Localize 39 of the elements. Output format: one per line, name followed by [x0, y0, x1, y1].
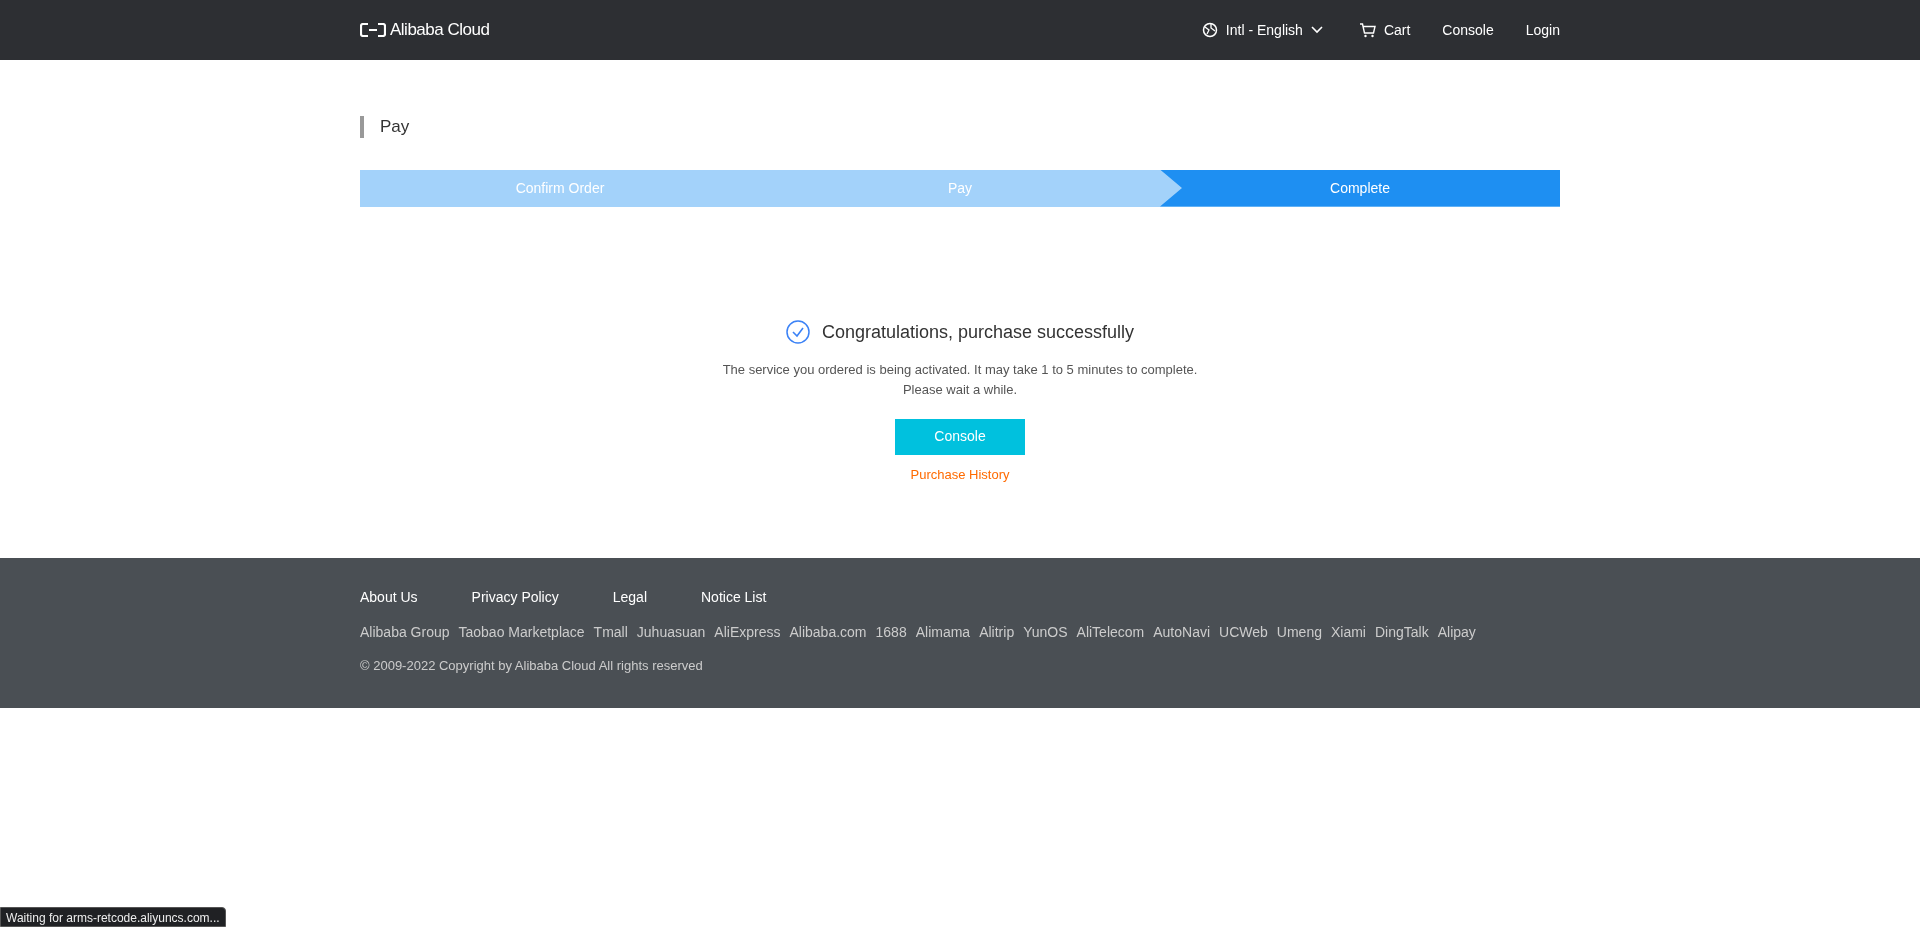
- site-link[interactable]: 1688: [875, 622, 907, 643]
- footer-link[interactable]: About Us: [360, 587, 418, 608]
- logo-icon: [360, 23, 386, 37]
- cart-icon: [1358, 22, 1376, 38]
- site-link[interactable]: AutoNavi: [1153, 622, 1211, 643]
- chevron-down-icon: [1310, 26, 1323, 34]
- site-link[interactable]: AliTelecom: [1076, 622, 1145, 643]
- success-title: Congratulations, purchase successfully: [821, 320, 1135, 344]
- site-link[interactable]: Juhuasuan: [636, 622, 706, 643]
- site-link[interactable]: Xiami: [1330, 622, 1366, 643]
- site-link[interactable]: YunOS: [1023, 622, 1068, 643]
- site-link[interactable]: Alibaba Group: [360, 622, 450, 643]
- site-link[interactable]: DingTalk: [1375, 622, 1429, 643]
- site-link[interactable]: AliExpress: [714, 622, 781, 643]
- site-link[interactable]: Alibaba.com: [789, 622, 867, 643]
- site-link[interactable]: Alipay: [1437, 622, 1476, 643]
- site-link[interactable]: Umeng: [1276, 622, 1322, 643]
- title-marker: [360, 115, 364, 138]
- logo-text[interactable]: Alibaba Cloud: [390, 17, 490, 43]
- purchase-history-link[interactable]: Purchase History: [910, 464, 1010, 484]
- nav-link[interactable]: Login: [1525, 19, 1560, 41]
- footer-link[interactable]: Privacy Policy: [471, 587, 559, 608]
- nav-link[interactable]: Console: [1442, 19, 1494, 41]
- site-link[interactable]: Taobao Marketplace: [458, 622, 585, 643]
- nav-link[interactable]: Cart: [1358, 19, 1411, 41]
- globe-icon: [1201, 22, 1218, 38]
- site-link[interactable]: Tmall: [593, 622, 628, 643]
- site-link[interactable]: Alimama: [915, 622, 971, 643]
- page-title: Pay: [380, 116, 410, 138]
- success-message: The service you ordered is being activated. It may take 1 to 5 minutes to complete. Please wait a while.: [722, 360, 1198, 399]
- copyright-text: © 2009-2022 Copyright by Alibaba Cloud All rights reserved: [360, 657, 704, 675]
- check-circle-icon: [785, 320, 810, 344]
- site-link[interactable]: UCWeb: [1219, 622, 1268, 643]
- step: Complete: [1160, 169, 1560, 207]
- language-selector[interactable]: Intl - English: [1201, 19, 1323, 41]
- footer-link[interactable]: Legal: [612, 587, 647, 608]
- site-link[interactable]: Alitrip: [979, 622, 1015, 643]
- footer-link[interactable]: Notice List: [701, 587, 767, 608]
- status-bar: Waiting for arms-retcode.aliyuncs.com...: [0, 907, 226, 927]
